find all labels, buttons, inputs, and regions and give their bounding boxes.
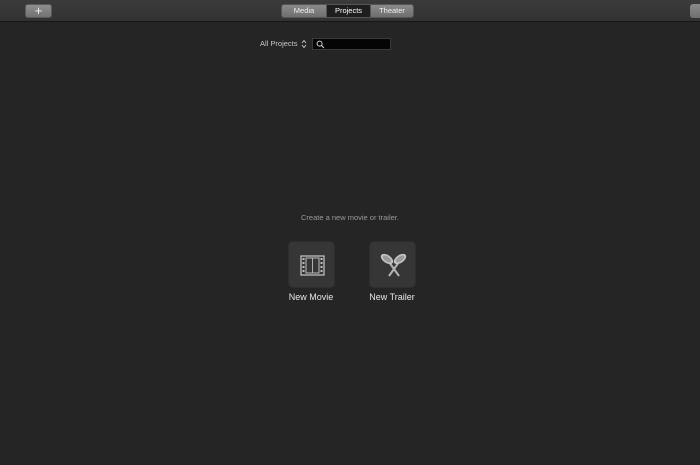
- updown-arrows-icon[interactable]: [301, 38, 307, 50]
- film-strip-icon: [300, 255, 325, 276]
- search-input[interactable]: [326, 39, 390, 49]
- empty-state-prompt: Create a new movie or trailer.: [301, 213, 399, 222]
- imovie-window: + Media Projects Theater All Projects Cr…: [0, 0, 700, 465]
- toolbar: + Media Projects Theater: [0, 0, 700, 22]
- new-movie-button[interactable]: [288, 241, 335, 288]
- toolbar-right-button[interactable]: [690, 4, 700, 18]
- new-trailer-button[interactable]: [369, 241, 416, 288]
- spotlights-icon: [380, 253, 407, 277]
- tab-theater[interactable]: Theater: [370, 5, 413, 17]
- project-filter-popup[interactable]: All Projects: [260, 39, 298, 49]
- plus-icon: +: [34, 3, 43, 18]
- add-button[interactable]: +: [25, 4, 52, 18]
- search-icon: [316, 40, 325, 49]
- new-trailer-label[interactable]: New Trailer: [357, 292, 427, 302]
- tab-projects[interactable]: Projects: [326, 5, 370, 17]
- new-movie-label[interactable]: New Movie: [276, 292, 346, 302]
- view-segmented-control: Media Projects Theater: [281, 4, 414, 18]
- tab-media[interactable]: Media: [282, 5, 326, 17]
- search-field[interactable]: [312, 38, 391, 50]
